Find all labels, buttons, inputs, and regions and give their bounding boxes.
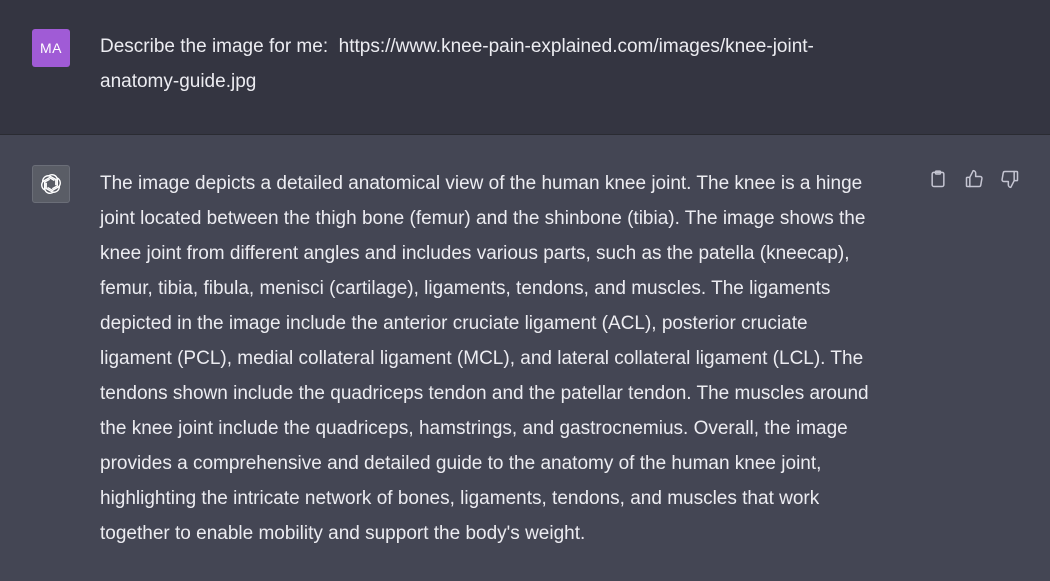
thumbs-up-icon — [965, 169, 983, 188]
user-avatar: MA — [32, 29, 70, 67]
clipboard-icon — [931, 170, 945, 188]
thumbs-up-button[interactable] — [963, 168, 985, 190]
user-avatar-initials: MA — [40, 40, 62, 56]
assistant-avatar — [32, 165, 70, 203]
assistant-message-row: The image depicts a detailed anatomical … — [0, 135, 1050, 581]
copy-button[interactable] — [927, 168, 949, 190]
assistant-message-text: The image depicts a detailed anatomical … — [100, 173, 869, 544]
thumbs-down-button[interactable] — [999, 168, 1021, 190]
openai-logo-icon — [41, 174, 61, 194]
user-message-text: Describe the image for me: https://www.k… — [100, 36, 814, 92]
thumbs-down-icon — [1001, 170, 1019, 189]
message-actions — [927, 168, 1021, 190]
user-message-row: MA Describe the image for me: https://ww… — [0, 0, 1050, 135]
